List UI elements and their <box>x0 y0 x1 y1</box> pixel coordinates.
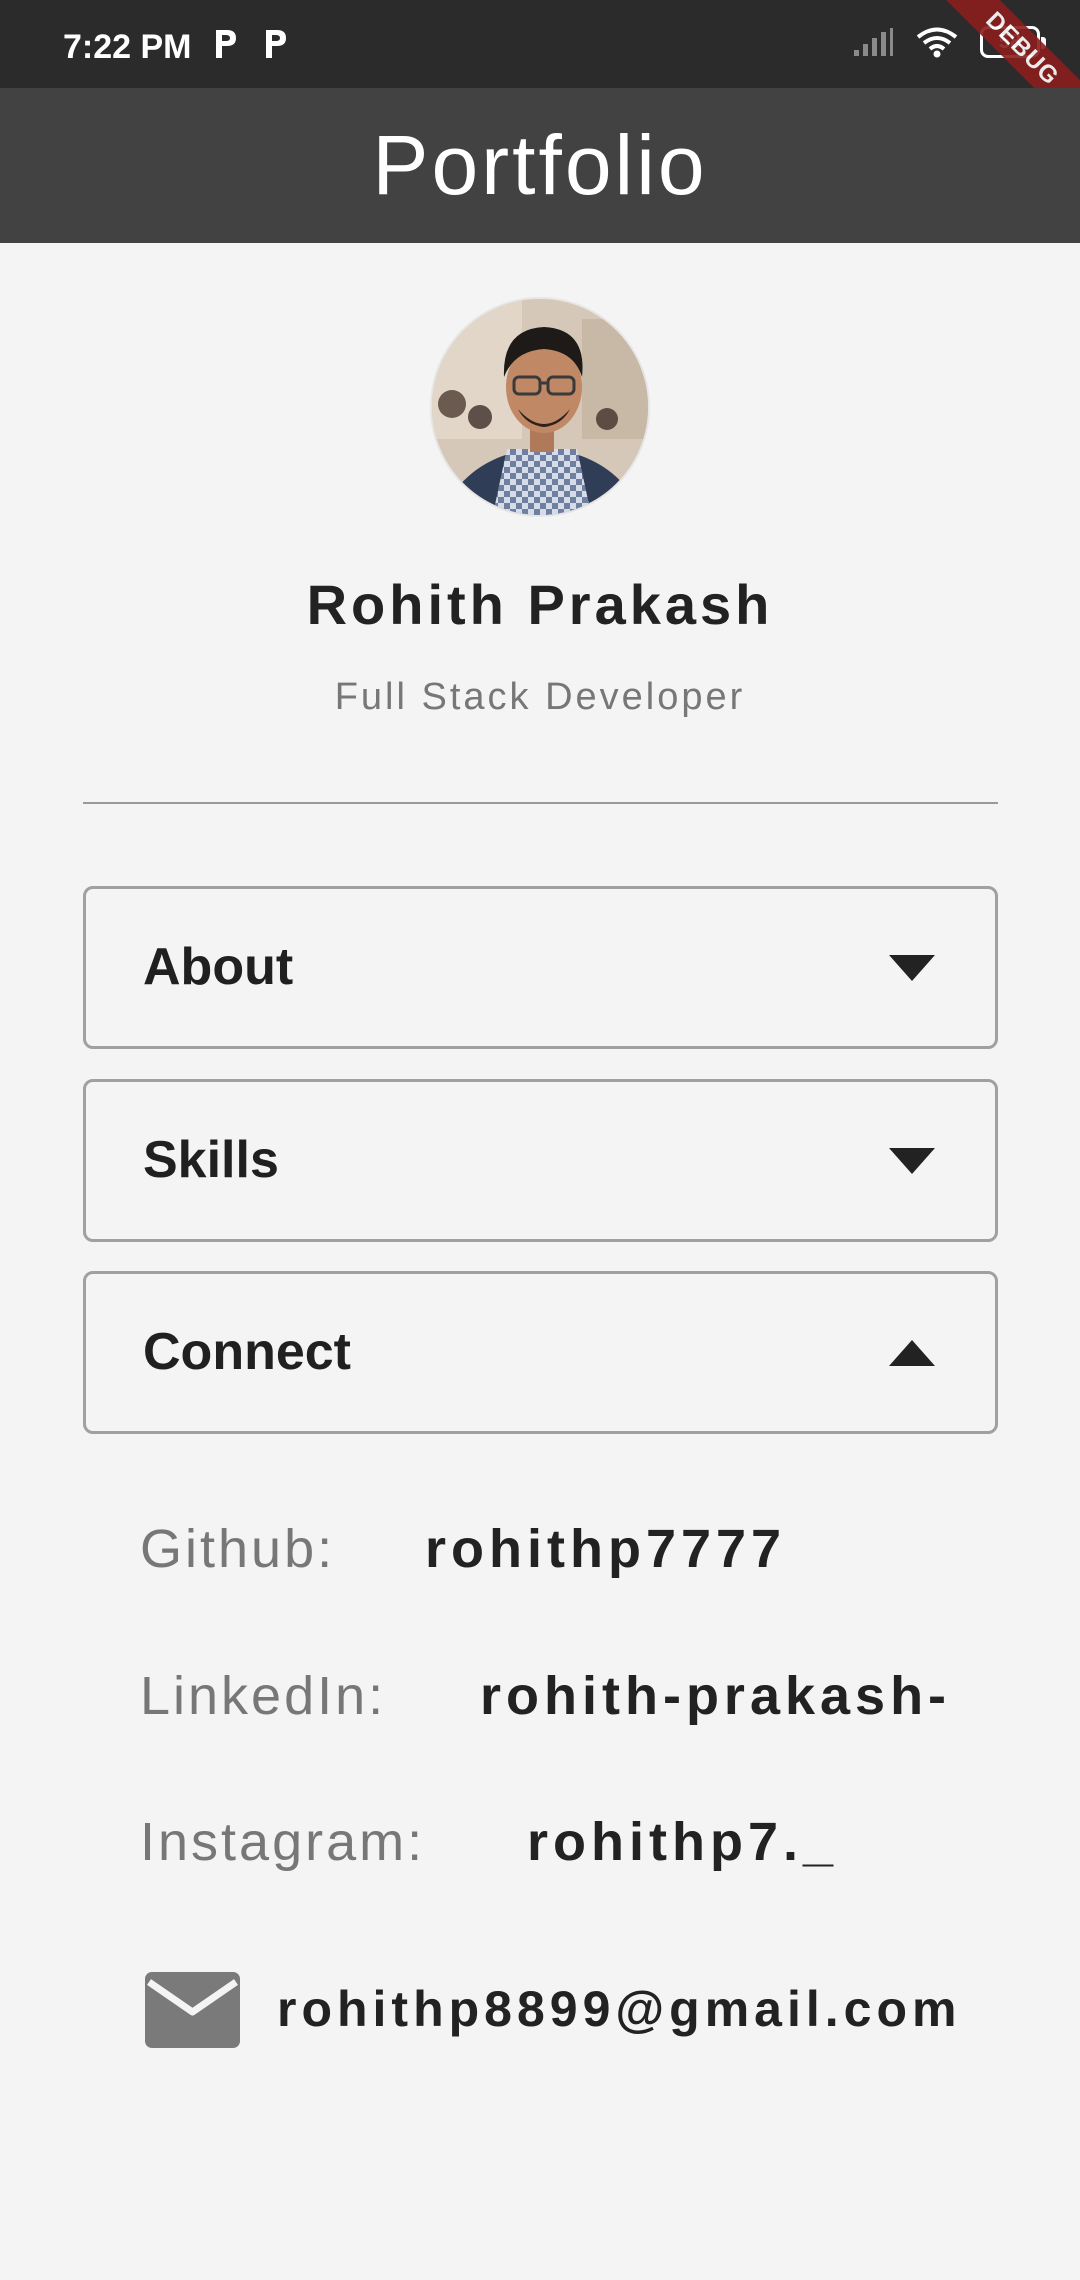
github-label: Github: <box>140 1519 336 1579</box>
parking-icon <box>216 30 236 58</box>
chevron-up-icon <box>889 1340 935 1366</box>
page-title: Portfolio <box>372 118 708 212</box>
skills-section-header[interactable]: Skills <box>83 1079 998 1242</box>
instagram-label: Instagram: <box>140 1812 426 1872</box>
profile-role: Full Stack Developer <box>334 676 746 718</box>
section-label: Skills <box>143 1131 279 1189</box>
app-bar: Portfolio <box>0 88 1080 243</box>
linkedin-link[interactable]: rohith-prakash- <box>480 1665 951 1727</box>
email-link[interactable]: rohithp8899@gmail.com <box>277 1980 961 2038</box>
avatar <box>430 297 650 517</box>
section-label: Connect <box>143 1323 351 1381</box>
mail-icon[interactable] <box>145 1972 240 2048</box>
connect-section-header[interactable]: Connect <box>83 1271 998 1434</box>
parking-icon <box>266 30 286 58</box>
instagram-row[interactable]: Instagram: rohithp7._ <box>140 1811 833 1873</box>
divider <box>83 802 998 804</box>
section-label: About <box>143 938 294 996</box>
github-link[interactable]: rohithp7777 <box>425 1518 786 1580</box>
github-row[interactable]: Github: rohithp7777 <box>140 1518 781 1580</box>
profile-name: Rohith Prakash <box>306 573 774 636</box>
chevron-down-icon <box>889 955 935 981</box>
profile-photo <box>432 299 648 515</box>
status-time: 7:22 PM <box>63 28 192 66</box>
about-section-header[interactable]: About <box>83 886 998 1049</box>
status-bar: 7:22 PM 58 DEBUG <box>0 0 1080 148</box>
instagram-link[interactable]: rohithp7._ <box>527 1811 838 1873</box>
linkedin-row[interactable]: LinkedIn: rohith-prakash- <box>140 1665 946 1727</box>
linkedin-label: LinkedIn: <box>140 1666 387 1726</box>
signal-icon <box>854 28 893 56</box>
wifi-icon <box>916 27 958 58</box>
chevron-down-icon <box>889 1148 935 1174</box>
